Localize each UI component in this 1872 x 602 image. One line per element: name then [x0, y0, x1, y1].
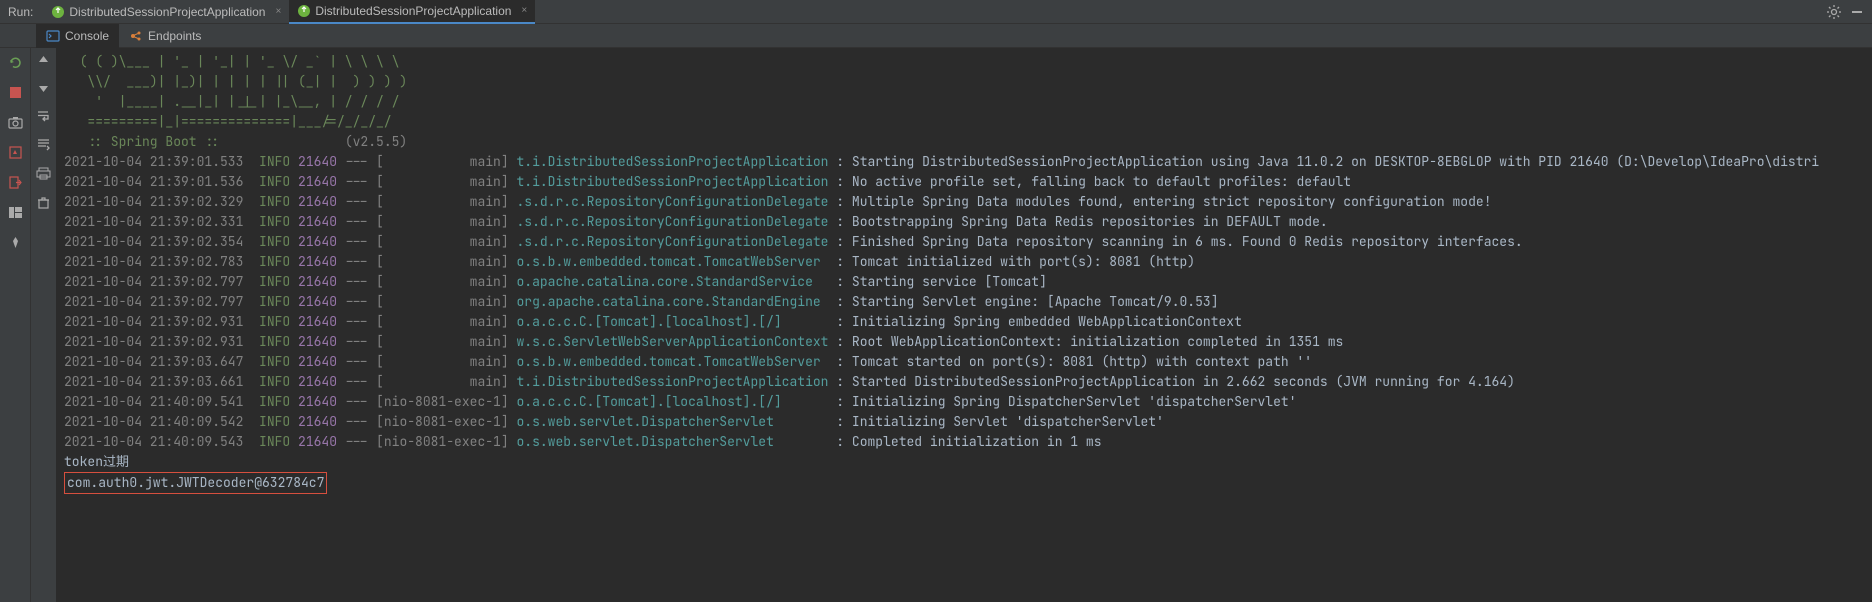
spring-boot-icon: [297, 4, 311, 18]
console-subbar: Console Endpoints: [0, 24, 1872, 48]
run-tab-bar: Run: DistributedSessionProjectApplicatio…: [0, 0, 1872, 24]
console-tab-label: Console: [65, 29, 109, 43]
log-line: 2021-10-04 21:39:02.931 INFO 21640 --- […: [64, 332, 1864, 352]
down-icon[interactable]: [37, 81, 50, 94]
close-icon[interactable]: ×: [275, 6, 281, 17]
run-config-tab-2[interactable]: DistributedSessionProjectApplication ×: [289, 0, 535, 24]
log-line: 2021-10-04 21:39:01.533 INFO 21640 --- […: [64, 152, 1864, 172]
log-line: 2021-10-04 21:40:09.542 INFO 21640 --- […: [64, 412, 1864, 432]
endpoints-tab-label: Endpoints: [148, 29, 201, 43]
console-output[interactable]: ( ( )\___ | '_ | '_| | '_ \/ _` | \ \ \ …: [56, 48, 1872, 602]
log-line: 2021-10-04 21:39:02.331 INFO 21640 --- […: [64, 212, 1864, 232]
spring-boot-icon: [51, 5, 65, 19]
stop-icon[interactable]: [7, 84, 23, 100]
log-line: 2021-10-04 21:39:02.354 INFO 21640 --- […: [64, 232, 1864, 252]
pin-icon[interactable]: [7, 234, 23, 250]
endpoints-icon: [129, 29, 143, 43]
log-line: 2021-10-04 21:39:01.536 INFO 21640 --- […: [64, 172, 1864, 192]
log-line: 2021-10-04 21:39:02.329 INFO 21640 --- […: [64, 192, 1864, 212]
gear-icon[interactable]: [1826, 4, 1842, 20]
tab-label: DistributedSessionProjectApplication: [69, 5, 265, 19]
jwt-decoder-highlight: com.auth0.jwt.JWTDecoder@632784c7: [64, 472, 327, 494]
run-config-tab-1[interactable]: DistributedSessionProjectApplication ×: [43, 0, 289, 24]
heap-dump-icon[interactable]: [7, 144, 23, 160]
run-label: Run:: [8, 5, 33, 19]
log-line: 2021-10-04 21:40:09.543 INFO 21640 --- […: [64, 432, 1864, 452]
up-icon[interactable]: [37, 54, 50, 67]
log-line: 2021-10-04 21:39:02.931 INFO 21640 --- […: [64, 312, 1864, 332]
rerun-icon[interactable]: [7, 54, 23, 70]
console-icon: [46, 29, 60, 43]
log-line: 2021-10-04 21:39:02.797 INFO 21640 --- […: [64, 292, 1864, 312]
endpoints-tab[interactable]: Endpoints: [119, 24, 211, 48]
left-toolbar: [0, 48, 30, 602]
minimize-icon[interactable]: [1850, 5, 1864, 19]
token-expired-line: token过期: [64, 452, 1864, 472]
print-icon[interactable]: [36, 166, 51, 181]
console-toolbar: [30, 48, 56, 602]
log-line: 2021-10-04 21:40:09.541 INFO 21640 --- […: [64, 392, 1864, 412]
layout-icon[interactable]: [7, 204, 23, 220]
log-line: 2021-10-04 21:39:02.783 INFO 21640 --- […: [64, 252, 1864, 272]
console-tab[interactable]: Console: [36, 24, 119, 48]
soft-wrap-icon[interactable]: [36, 108, 51, 123]
tab-label: DistributedSessionProjectApplication: [315, 4, 511, 18]
log-line: 2021-10-04 21:39:02.797 INFO 21640 --- […: [64, 272, 1864, 292]
camera-icon[interactable]: [7, 114, 23, 130]
close-icon[interactable]: ×: [521, 5, 527, 16]
log-line: 2021-10-04 21:39:03.647 INFO 21640 --- […: [64, 352, 1864, 372]
log-line: 2021-10-04 21:39:03.661 INFO 21640 --- […: [64, 372, 1864, 392]
scroll-to-end-icon[interactable]: [36, 137, 51, 152]
main-area: ( ( )\___ | '_ | '_| | '_ \/ _` | \ \ \ …: [0, 48, 1872, 602]
clear-icon[interactable]: [36, 195, 51, 210]
exit-icon[interactable]: [7, 174, 23, 190]
